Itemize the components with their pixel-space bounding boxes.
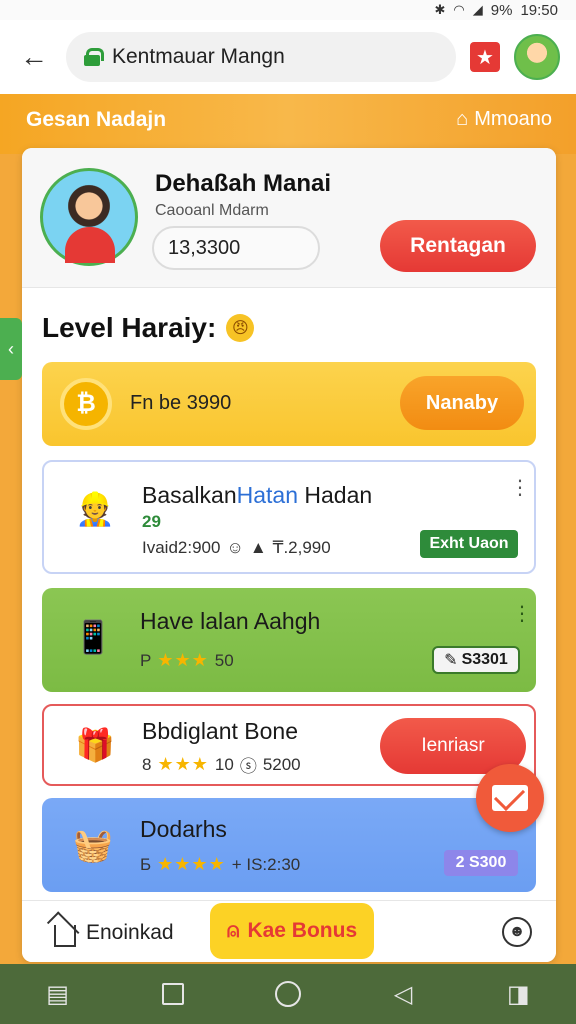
family-avatar	[40, 168, 138, 266]
square-icon	[161, 983, 184, 1005]
lock-icon	[84, 48, 104, 66]
task-title: BasalkanHatan Hadan	[142, 482, 372, 509]
worker-icon: 👷	[66, 480, 124, 538]
recents-button[interactable]	[158, 979, 188, 1009]
system-nav-bar: ▤ ◁ ◨	[0, 964, 576, 1024]
task-meta-extra: ₸.2,990	[272, 538, 331, 557]
profile-name: Dehaßah Manai	[155, 170, 332, 197]
side-pull-tab[interactable]: ‹	[0, 318, 22, 380]
task-meta-value: 50	[214, 650, 234, 670]
star-icon[interactable]: ★	[470, 42, 500, 72]
task-meta: P ★★★ 50	[140, 650, 234, 671]
home-button[interactable]	[273, 979, 303, 1009]
task-card[interactable]: 🧺 Dodarhs Б ★★★★ + IS:2:30 2 S300	[42, 798, 536, 892]
task-title-part: Basalkan	[142, 482, 237, 508]
tab-home-label: Enoinkad	[86, 921, 174, 944]
task-badge[interactable]: 2 S300	[444, 850, 518, 876]
house-icon	[54, 925, 76, 947]
arrow-left-icon[interactable]: ←	[16, 39, 52, 75]
more-options-icon[interactable]: ⋮	[510, 478, 530, 498]
avatar[interactable]	[514, 34, 560, 80]
tag-icon: ✎	[444, 652, 458, 669]
files-icon[interactable]: ▤	[43, 979, 73, 1009]
notification-icon[interactable]: ◨	[503, 979, 533, 1009]
task-meta: Ivaid2:900 ☺ ▲ ₸.2,990	[142, 538, 331, 558]
battery-level: 9%	[490, 1, 513, 19]
bonus-icon: ⍝	[226, 919, 240, 942]
task-sub: 29	[142, 512, 161, 531]
mail-button[interactable]	[476, 764, 544, 832]
task-meta: Б ★★★★ + IS:2:30	[140, 854, 300, 875]
profile-section: Dehaßah Manai Caooanl Mdarm 13,3300 Rent…	[22, 148, 556, 288]
task-meta-value: + IS:2:30	[231, 854, 301, 874]
wifi-icon: ◠	[453, 2, 465, 17]
task-meta-value: 10	[214, 754, 234, 774]
smile-icon[interactable]: ☻	[502, 917, 532, 947]
level-progress-text: Fn be 3990	[130, 392, 232, 414]
tree-icon: ▲	[249, 538, 267, 557]
profile-action-button[interactable]: Rentagan	[380, 220, 536, 272]
task-badge-text: S3301	[461, 651, 508, 668]
task-meta-value: Ivaid2:900	[142, 538, 221, 557]
more-options-icon[interactable]: ⋮	[512, 604, 532, 624]
stars: ★★★	[157, 754, 209, 774]
points-display: 13,3300	[152, 226, 320, 270]
tab-bonus[interactable]: ⍝ Kae Bonus	[210, 903, 374, 959]
task-badge[interactable]: Exht Uaon	[420, 530, 518, 558]
task-title: Have lalan Aahgh	[140, 608, 321, 634]
task-title: Dodarhs	[140, 816, 227, 842]
task-meta-prefix: 8	[142, 754, 152, 774]
task-meta: 8 ★★★ 10 ⓢ 5200	[142, 752, 301, 777]
task-card[interactable]: 👷 BasalkanHatan Hadan 29 Ivaid2:900 ☺ ▲ …	[42, 460, 536, 574]
main-card: Dehaßah Manai Caooanl Mdarm 13,3300 Rent…	[22, 148, 556, 962]
phone-icon: 📱	[73, 619, 113, 655]
browser-toolbar: ← Kentmauar Mangn ★	[0, 20, 576, 94]
mail-icon	[492, 785, 528, 811]
face-icon: ☺	[226, 538, 244, 557]
status-bar: ✱ ◠ ◢ 9% 19:50	[0, 0, 576, 20]
task-meta-prefix: Б	[140, 854, 152, 874]
level-heading: Level Haraiy: 😠	[42, 312, 255, 344]
basket-icon: 🧺	[73, 827, 113, 863]
bluetooth-icon: ✱	[434, 2, 446, 17]
stars: ★★★★	[157, 854, 226, 874]
clock: 19:50	[520, 1, 558, 19]
circle-icon	[274, 981, 301, 1007]
stars: ★★★	[157, 650, 209, 670]
level-progress-bar: ₿ Fn be 3990 Nanaby	[42, 362, 536, 446]
chevron-left-icon: ‹	[8, 338, 14, 359]
banner-left-text: Gesan Nadajn	[26, 108, 167, 131]
banner-right-text: Mmoano	[474, 108, 552, 130]
url-text: Kentmauar Mangn	[112, 45, 285, 68]
header-banner: Gesan Nadajn ⌂ Mmoano	[0, 94, 576, 154]
tab-home[interactable]: Enoinkad	[54, 919, 174, 947]
coin-icon: ₿	[60, 378, 112, 430]
gift-icon: ⌂	[456, 108, 469, 130]
address-bar[interactable]: Kentmauar Mangn	[66, 32, 456, 82]
coin-small-icon: ⓢ	[239, 757, 257, 776]
tab-bonus-label: Kae Bonus	[247, 919, 358, 942]
profile-subtitle: Caooanl Mdarm	[155, 202, 269, 219]
back-button[interactable]: ◁	[388, 979, 418, 1009]
task-badge[interactable]: ✎ S3301	[432, 646, 520, 674]
bottom-tab-bar: Enoinkad ⍝ Kae Bonus ☻	[22, 900, 556, 962]
task-card[interactable]: 🎁 Bbdiglant Bone 8 ★★★ 10 ⓢ 5200 Ienrias…	[42, 704, 536, 786]
task-card[interactable]: 📱 Have lalan Aahgh P ★★★ 50 ⋮ ✎ S3301	[42, 588, 536, 692]
task-title-part: Hadan	[298, 482, 373, 508]
emoji-icon: 😠	[226, 314, 255, 342]
task-meta-prefix: P	[140, 650, 152, 670]
task-meta-extra: 5200	[262, 754, 301, 774]
task-title: Bbdiglant Bone	[142, 718, 299, 744]
task-title-highlight: Hatan	[236, 482, 298, 508]
gift-box-icon: 🎁	[75, 727, 115, 763]
level-action-button[interactable]: Nanaby	[400, 376, 524, 430]
level-title-text: Level Haraiy:	[42, 312, 217, 343]
banner-right[interactable]: ⌂ Mmoano	[456, 108, 552, 131]
signal-icon: ◢	[472, 2, 483, 17]
